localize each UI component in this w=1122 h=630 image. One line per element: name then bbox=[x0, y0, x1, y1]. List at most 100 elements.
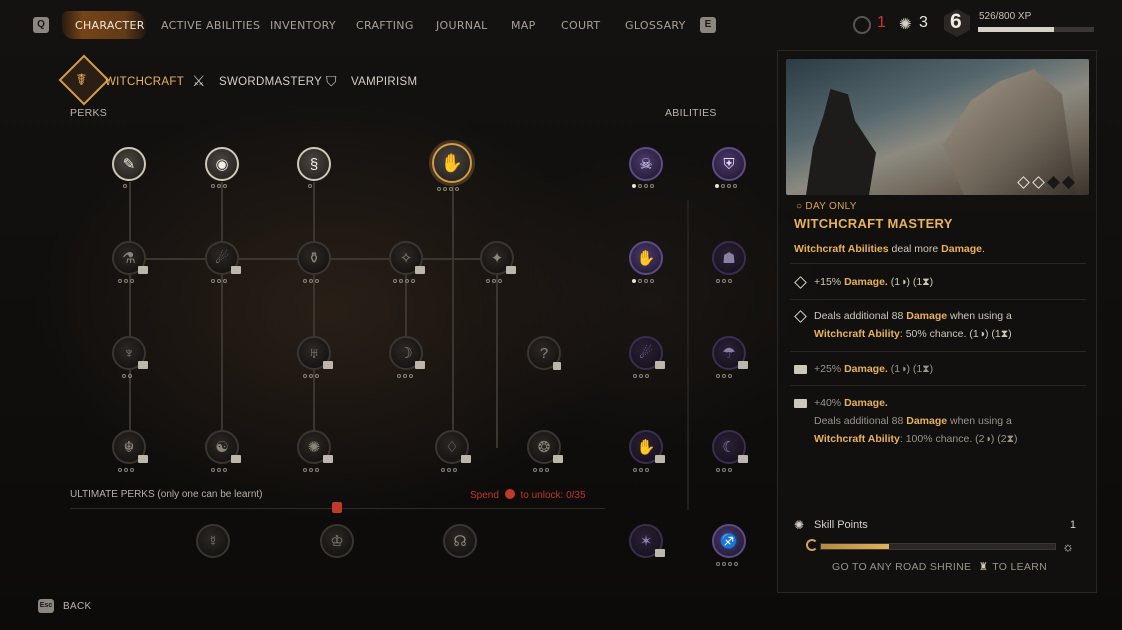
book-icon bbox=[553, 455, 563, 463]
tab-map[interactable]: MAP bbox=[511, 19, 536, 32]
ability-node[interactable]: ♐ bbox=[712, 524, 746, 558]
tab-journal[interactable]: JOURNAL bbox=[436, 19, 488, 32]
skill-points-label: Skill Points bbox=[814, 519, 868, 531]
preview-page-dots[interactable] bbox=[1017, 176, 1075, 189]
tab-crafting[interactable]: CRAFTING bbox=[356, 19, 414, 32]
tab-active-abilities[interactable]: ACTIVE ABILITIES bbox=[161, 19, 260, 32]
perk-rank-dots bbox=[211, 279, 227, 285]
ability-rank-dots bbox=[633, 374, 649, 380]
tab-witchcraft[interactable]: WITCHCRAFT bbox=[105, 76, 184, 88]
perk-rank-dots bbox=[533, 468, 549, 474]
perk-node[interactable]: § bbox=[297, 147, 331, 181]
connector-line bbox=[687, 200, 689, 510]
ultimate-unlock-requirement: Spend to unlock: 0/35 bbox=[470, 489, 586, 501]
perk-description: Witchcraft Abilities deal more Damage. bbox=[794, 243, 985, 255]
connector-line bbox=[452, 186, 454, 452]
perk-rank-dots bbox=[211, 468, 227, 474]
skill-points-count: 3 bbox=[919, 14, 928, 31]
book-icon bbox=[323, 361, 333, 369]
skill-points-value: 1 bbox=[1069, 519, 1076, 531]
perk-title: WITCHCRAFT MASTERY bbox=[794, 216, 953, 231]
ultimate-lock-icon bbox=[332, 502, 342, 513]
book-icon bbox=[794, 365, 807, 374]
diamond-icon bbox=[794, 310, 807, 323]
ability-rank-dots bbox=[632, 184, 654, 190]
perk-rank-row: +25% Damage. (1◑) (1⧗) bbox=[790, 351, 1086, 385]
ability-rank-dots bbox=[716, 374, 732, 380]
perk-rank-dots bbox=[118, 279, 134, 285]
xp-bar-fill bbox=[978, 27, 1055, 32]
perk-detail-panel: ○ DAY ONLY WITCHCRAFT MASTERY Witchcraft… bbox=[777, 50, 1097, 593]
perk-rank-row: +15% Damage. (1◑) (1⧗) bbox=[790, 263, 1086, 299]
ultimate-perk-node[interactable]: ☊ bbox=[443, 524, 477, 558]
perk-rank-dots bbox=[211, 184, 227, 190]
connector-line bbox=[313, 182, 315, 452]
perk-rank-dots bbox=[303, 468, 319, 474]
back-button[interactable]: BACK bbox=[63, 601, 91, 612]
swordmastery-icon: ⚔ bbox=[192, 73, 206, 90]
ability-node[interactable]: ⛨ bbox=[712, 147, 746, 181]
perk-rank-dots bbox=[118, 468, 134, 474]
perk-node[interactable]: ◉ bbox=[205, 147, 239, 181]
book-icon bbox=[231, 455, 241, 463]
perk-preview-image bbox=[786, 59, 1089, 195]
tab-court[interactable]: COURT bbox=[561, 19, 600, 32]
connector-line bbox=[221, 182, 223, 452]
red-counter: 1 bbox=[877, 14, 886, 31]
ability-rank-dots bbox=[716, 562, 738, 568]
tab-character[interactable]: CHARACTER bbox=[75, 19, 145, 32]
esc-key[interactable]: Esc bbox=[38, 599, 54, 613]
skill-point-icon: ✺ bbox=[899, 16, 912, 33]
blood-icon bbox=[504, 489, 515, 499]
ability-rank-dots bbox=[632, 279, 654, 285]
perk-rank-row: +40% Damage. Deals additional 88 Damage w… bbox=[790, 385, 1086, 457]
ultimate-perk-node[interactable]: ☿ bbox=[196, 524, 230, 558]
tab-inventory[interactable]: INVENTORY bbox=[270, 19, 336, 32]
perk-rank-dots bbox=[393, 279, 415, 285]
book-icon bbox=[461, 455, 471, 463]
witchcraft-mastery-perk[interactable]: ✋ bbox=[432, 143, 472, 183]
prev-tab-key[interactable]: Q bbox=[33, 17, 49, 33]
book-icon bbox=[138, 361, 148, 369]
book-icon bbox=[655, 549, 665, 557]
perk-node[interactable]: ⚱ bbox=[297, 241, 331, 275]
perks-heading: PERKS bbox=[70, 107, 108, 119]
perk-rank-dots bbox=[122, 374, 132, 380]
perk-rank-dots bbox=[441, 468, 457, 474]
skill-point-icon: ✺ bbox=[794, 518, 805, 532]
book-icon bbox=[794, 399, 807, 408]
rock-cliff bbox=[943, 69, 1076, 195]
book-icon bbox=[655, 455, 665, 463]
connector-line bbox=[496, 258, 498, 448]
moon-icon bbox=[806, 539, 818, 551]
tab-swordmastery[interactable]: SWORDMASTERY bbox=[219, 76, 322, 88]
book-icon bbox=[415, 361, 425, 369]
book-icon bbox=[655, 361, 665, 369]
sun-icon: ☼ bbox=[1062, 539, 1074, 554]
day-only-note: ○ DAY ONLY bbox=[796, 201, 857, 212]
ultimate-perk-node[interactable]: ♔ bbox=[320, 524, 354, 558]
vampirism-icon: ⛉ bbox=[326, 73, 337, 89]
ability-node[interactable]: ☠ bbox=[629, 147, 663, 181]
character-figure bbox=[806, 89, 876, 195]
spend-label: Spend bbox=[470, 490, 499, 501]
shrine-icon: ♜ bbox=[978, 561, 989, 573]
diamond-icon bbox=[794, 276, 807, 289]
book-icon bbox=[415, 266, 425, 274]
xp-text: 526/800 XP bbox=[979, 11, 1032, 22]
book-icon bbox=[231, 266, 241, 274]
next-tab-key[interactable]: E bbox=[700, 17, 716, 33]
top-navigation: Q CHARACTER ACTIVE ABILITIES INVENTORY C… bbox=[0, 0, 1122, 48]
tab-vampirism[interactable]: VAMPIRISM bbox=[351, 76, 417, 88]
day-night-progress-fill bbox=[821, 544, 889, 549]
book-icon bbox=[738, 361, 748, 369]
perk-node[interactable]: ✎ bbox=[112, 147, 146, 181]
book-icon bbox=[506, 266, 516, 274]
perk-rank-dots bbox=[303, 374, 319, 380]
perk-rank-dots bbox=[486, 279, 502, 285]
perk-rank-dots bbox=[437, 187, 459, 193]
ability-node[interactable]: ✋ bbox=[629, 241, 663, 275]
ability-node[interactable]: ☗ bbox=[712, 241, 746, 275]
abilities-heading: ABILITIES bbox=[665, 107, 717, 119]
tab-glossary[interactable]: GLOSSARY bbox=[625, 19, 686, 32]
